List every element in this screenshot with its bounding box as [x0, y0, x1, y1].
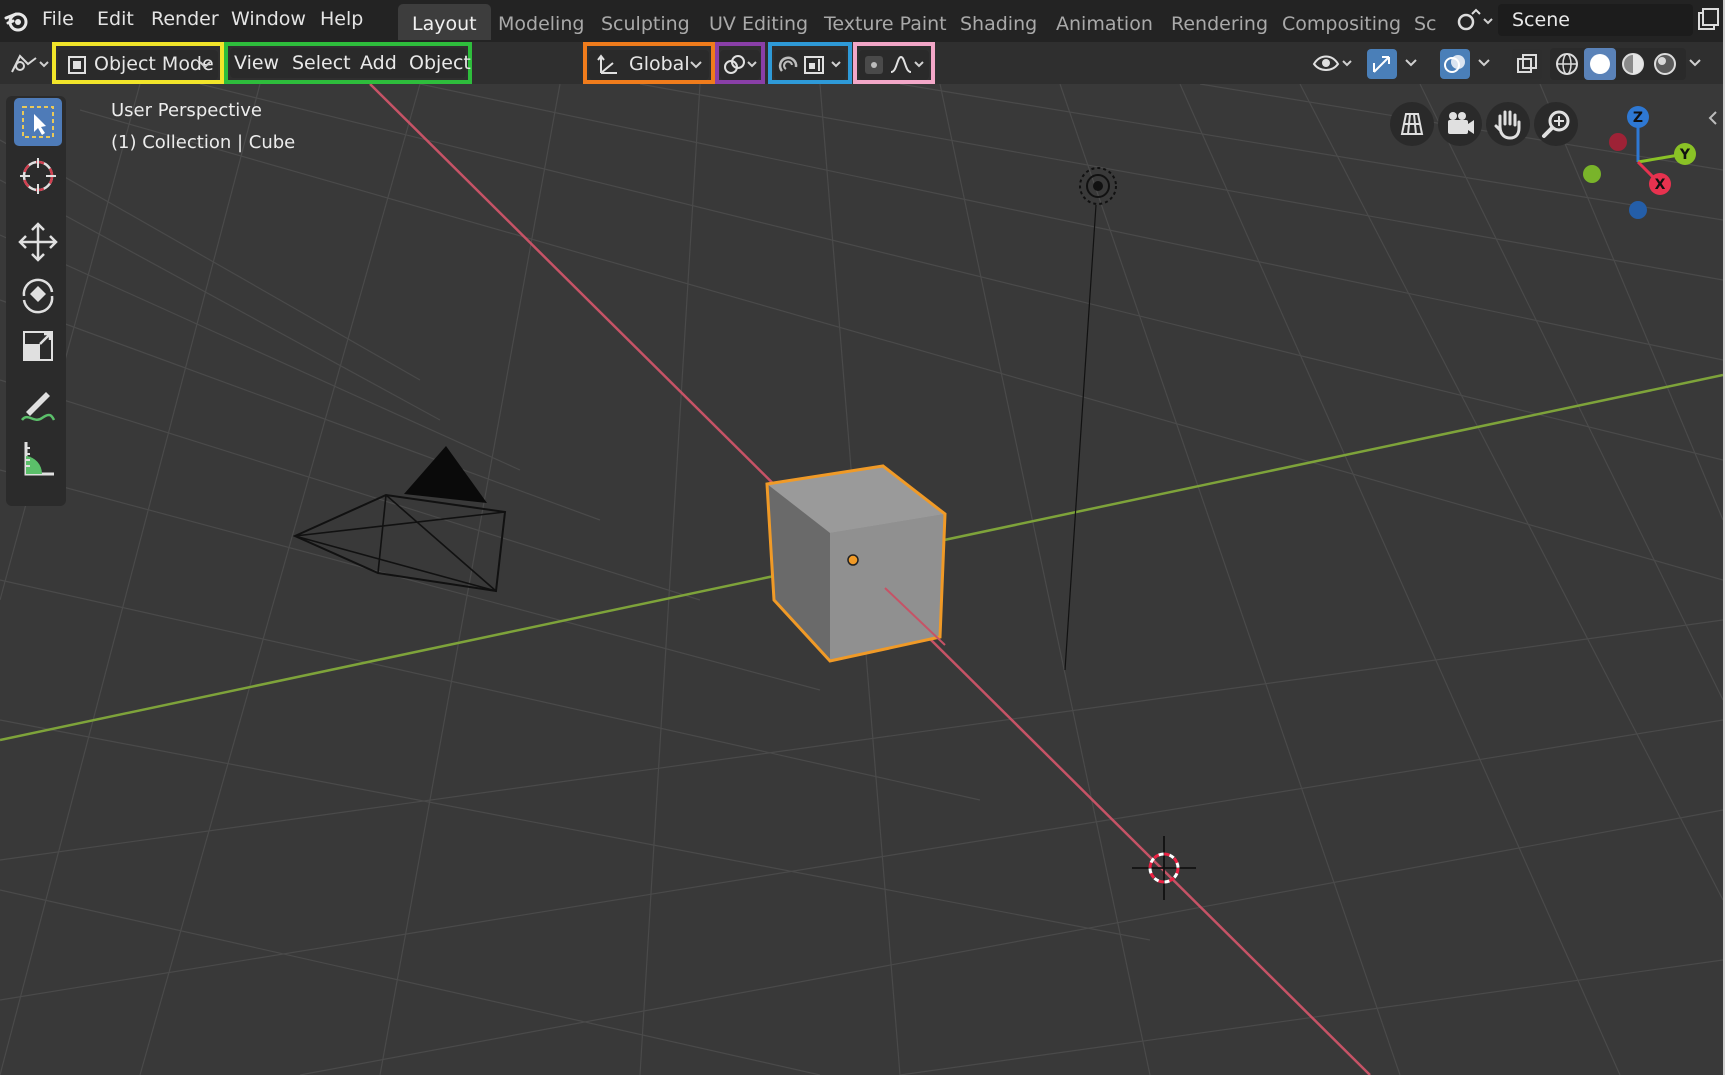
- scene-selector[interactable]: Scene: [1498, 4, 1693, 36]
- zoom-icon: [1542, 110, 1570, 138]
- header-menu-object[interactable]: Object: [409, 52, 471, 74]
- tab-shading[interactable]: Shading: [946, 4, 1051, 40]
- orientation-label: Global: [629, 53, 690, 75]
- rotate-tool[interactable]: [14, 270, 62, 318]
- grid-view-icon: [1400, 113, 1424, 135]
- tab-animation[interactable]: Animation: [1042, 4, 1167, 40]
- pivot-point-icon: [724, 55, 745, 74]
- chevron-down-icon: [747, 61, 757, 68]
- xray-toggle-button[interactable]: [1512, 49, 1542, 79]
- gizmo-toggle-button[interactable]: [1367, 49, 1397, 79]
- zoom-view-button[interactable]: [1534, 102, 1578, 146]
- blender-logo-icon[interactable]: [4, 8, 30, 34]
- tab-scripting-truncated[interactable]: Sc: [1400, 4, 1451, 40]
- cursor-tool[interactable]: [14, 152, 62, 200]
- chevron-down-icon[interactable]: [1404, 57, 1418, 69]
- annotate-tool[interactable]: [14, 382, 62, 430]
- pan-view-button[interactable]: [1486, 102, 1530, 146]
- wireframe-shading-icon[interactable]: [1552, 50, 1582, 78]
- view-perspective-label: User Perspective: [111, 100, 262, 121]
- mode-label: Object Mode: [94, 53, 214, 75]
- solid-shading-icon: [1590, 54, 1610, 74]
- light-object: [1064, 167, 1117, 671]
- falloff-curve-icon[interactable]: [889, 54, 913, 76]
- object-mode-icon: [68, 56, 86, 74]
- tab-compositing[interactable]: Compositing: [1268, 4, 1415, 40]
- solid-shading-button[interactable]: [1584, 48, 1616, 80]
- camera-view-icon: [1448, 112, 1474, 134]
- 3d-viewport-scene[interactable]: [0, 84, 1723, 1075]
- new-window-icon[interactable]: [1696, 7, 1720, 33]
- rendered-shading-icon[interactable]: [1650, 50, 1680, 78]
- chevron-down-icon[interactable]: [1688, 57, 1702, 69]
- xray-icon: [1517, 54, 1537, 73]
- tab-layout[interactable]: Layout: [398, 4, 491, 40]
- navigation-gizmo[interactable]: Z Y X: [1574, 100, 1704, 230]
- pivot-point-dropdown[interactable]: [720, 50, 760, 80]
- select-box-tool[interactable]: [14, 98, 62, 146]
- tab-modeling[interactable]: Modeling: [484, 4, 598, 40]
- chevron-down-icon: [199, 61, 211, 69]
- visibility-eye-icon[interactable]: [1310, 50, 1354, 78]
- editor-type-icon[interactable]: [8, 52, 50, 78]
- camera-view-button[interactable]: [1438, 102, 1482, 146]
- cube-object: [765, 464, 947, 663]
- header-menu-view[interactable]: View: [234, 52, 279, 74]
- scene-type-icon[interactable]: [1456, 8, 1496, 34]
- scale-icon: [23, 331, 53, 361]
- select-box-icon: [22, 106, 54, 138]
- transform-orientation-dropdown[interactable]: Global: [589, 50, 709, 80]
- menu-window[interactable]: Window: [231, 8, 306, 30]
- object-mode-dropdown[interactable]: Object Mode: [58, 50, 218, 80]
- chevron-down-icon: [690, 61, 702, 69]
- gizmo-y-label: Y: [1679, 147, 1691, 163]
- menu-help[interactable]: Help: [320, 8, 363, 30]
- snap-magnet-icon[interactable]: [776, 53, 802, 77]
- menu-edit[interactable]: Edit: [97, 8, 134, 30]
- chevron-down-icon[interactable]: [830, 59, 842, 71]
- overlays-toggle-button[interactable]: [1440, 49, 1470, 79]
- header-menu-add[interactable]: Add: [360, 52, 397, 74]
- toggle-perspective-button[interactable]: [1390, 102, 1434, 146]
- active-collection-label: (1) Collection | Cube: [111, 132, 296, 153]
- proportional-editing-controls: [859, 50, 929, 80]
- menu-render[interactable]: Render: [151, 8, 219, 30]
- left-toolbar: [6, 96, 66, 506]
- snap-controls: [774, 50, 846, 80]
- proportional-editing-icon[interactable]: [863, 54, 885, 76]
- annotate-icon: [21, 392, 56, 421]
- tab-rendering[interactable]: Rendering: [1157, 4, 1282, 40]
- gizmo-x-label: X: [1655, 177, 1666, 193]
- menu-file[interactable]: File: [42, 8, 74, 30]
- pan-hand-icon: [1494, 110, 1521, 140]
- 3d-cursor: [1132, 836, 1196, 900]
- tab-uv-editing[interactable]: UV Editing: [695, 4, 822, 40]
- chevron-down-icon[interactable]: [1477, 57, 1491, 69]
- tab-sculpting[interactable]: Sculpting: [587, 4, 704, 40]
- move-icon: [18, 222, 58, 262]
- scene-name: Scene: [1512, 9, 1570, 31]
- chevron-down-icon[interactable]: [913, 59, 925, 71]
- material-shading-icon[interactable]: [1618, 50, 1648, 78]
- move-tool[interactable]: [14, 218, 62, 266]
- cursor-icon: [20, 158, 56, 194]
- header-menu-select[interactable]: Select: [292, 52, 351, 74]
- measure-icon: [24, 442, 54, 476]
- camera-object: [292, 446, 507, 593]
- overlays-icon: [1444, 55, 1465, 73]
- top-menu-bar: File Edit Render Window Help Layout Mode…: [0, 0, 1723, 42]
- rotate-icon: [22, 278, 54, 314]
- tab-texture-paint[interactable]: Texture Paint: [810, 4, 961, 40]
- scale-tool[interactable]: [14, 322, 62, 370]
- blender-window: File Edit Render Window Help Layout Mode…: [0, 0, 1725, 1075]
- sidebar-collapse-arrow-icon[interactable]: [1706, 108, 1720, 128]
- measure-tool[interactable]: [14, 434, 62, 482]
- snap-increment-icon[interactable]: [802, 54, 828, 76]
- orientation-axes-icon: [597, 54, 617, 74]
- gizmo-arrows-icon: [1373, 56, 1390, 73]
- gizmo-z-label: Z: [1633, 110, 1643, 126]
